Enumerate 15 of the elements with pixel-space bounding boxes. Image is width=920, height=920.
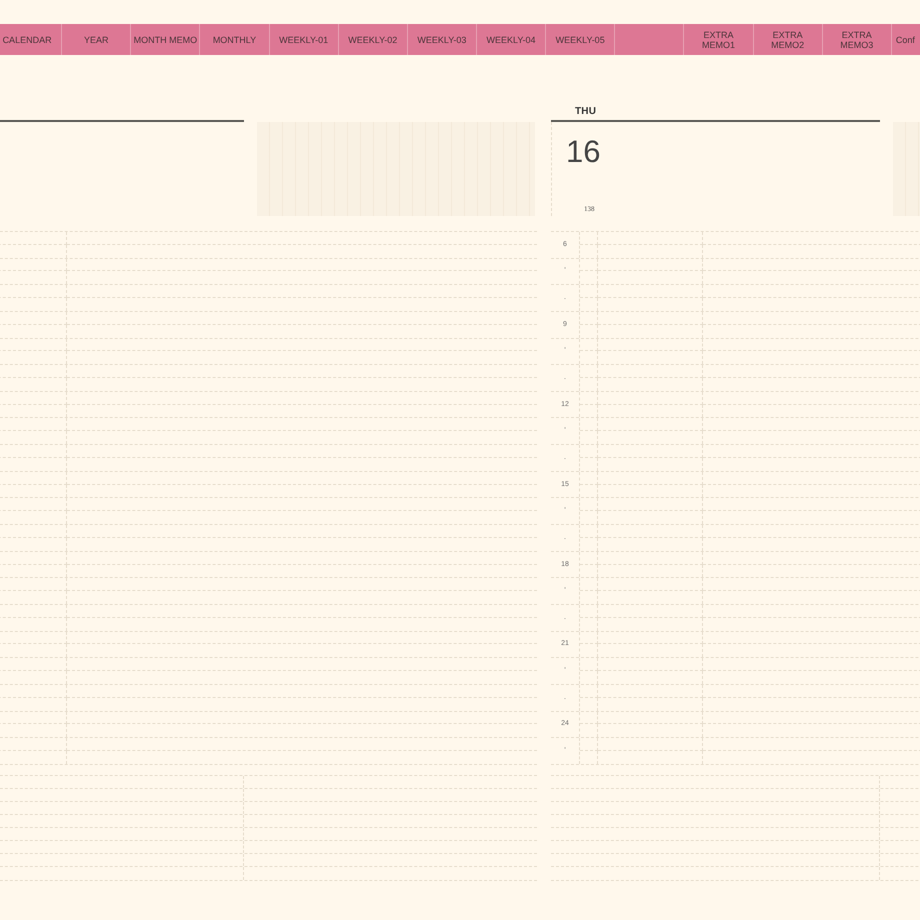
nav-tab[interactable]: Conf xyxy=(892,24,920,55)
nav-tab[interactable]: CALENDAR xyxy=(0,24,62,55)
nav-tab[interactable]: WEEKLY-05 xyxy=(546,24,616,55)
nav-tab[interactable]: MONTHLY xyxy=(200,24,270,55)
nav-tab[interactable]: EXTRA MEMO3 xyxy=(822,24,892,55)
nav-tab[interactable]: EXTRA MEMO1 xyxy=(684,24,754,55)
nav-tab[interactable]: WEEKLY-04 xyxy=(476,24,546,55)
weekday-label: THU xyxy=(575,106,596,116)
nav-tab[interactable]: WEEKLY-03 xyxy=(408,24,477,55)
nav-tab[interactable]: WEEKLY-01 xyxy=(270,24,339,55)
nav-tab[interactable]: YEAR xyxy=(62,24,132,55)
nav-tab[interactable]: MONTH MEMO xyxy=(131,24,200,55)
date-number: 16 xyxy=(566,137,600,167)
nav-tab[interactable]: WEEKLY-02 xyxy=(338,24,408,55)
nav-tab[interactable]: EXTRA MEMO2 xyxy=(754,24,823,55)
